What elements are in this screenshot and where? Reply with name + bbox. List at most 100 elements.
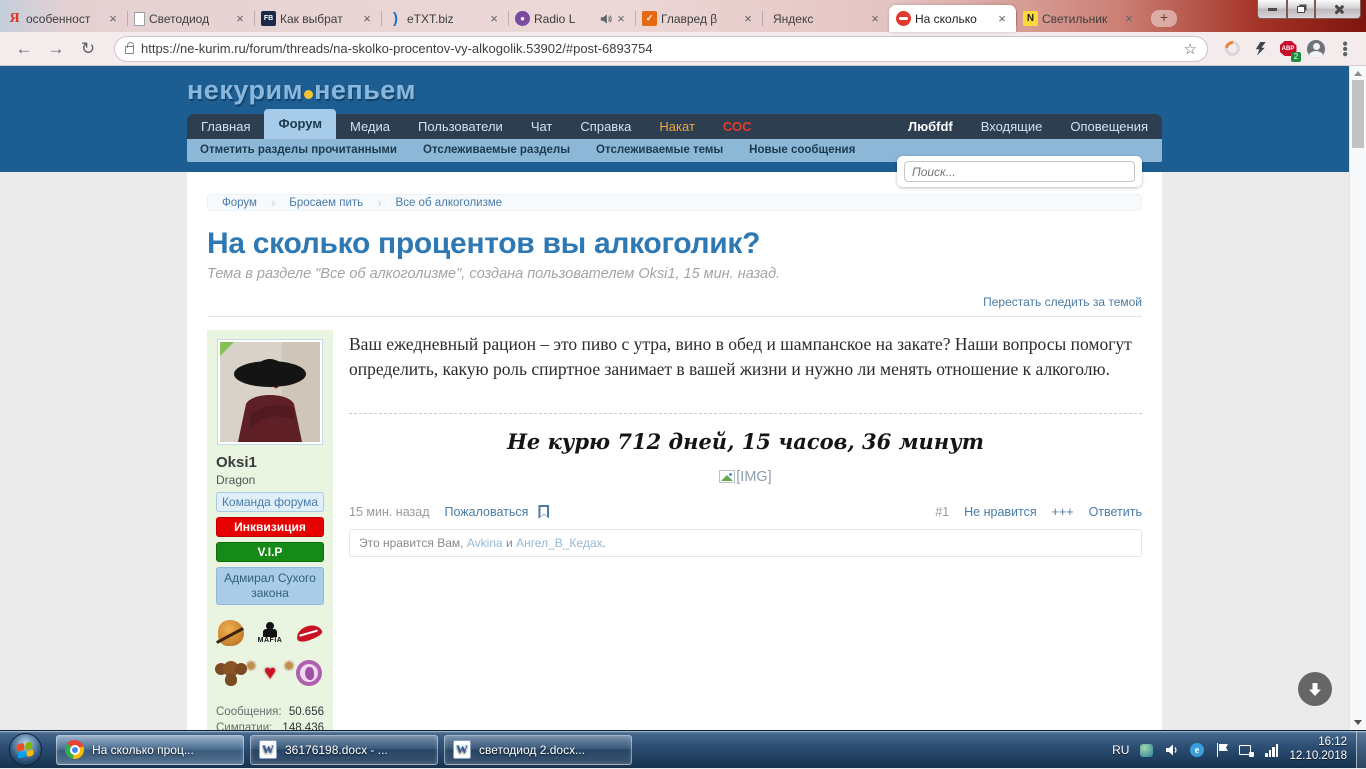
scroll-to-bottom-button[interactable] <box>1298 672 1332 706</box>
profile-button[interactable] <box>1304 37 1328 61</box>
author-name[interactable]: Oksi1 <box>216 454 324 471</box>
volume-icon[interactable] <box>1164 742 1179 757</box>
tab-close-icon[interactable]: × <box>233 12 247 26</box>
subnav-watched-threads[interactable]: Отслеживаемые темы <box>583 139 736 162</box>
tab-close-icon[interactable]: × <box>868 12 882 26</box>
tab-title: Radio L <box>534 11 576 26</box>
breadcrumb-vse-ob-alkogolizme[interactable]: Все об алкоголизме <box>396 197 503 209</box>
word-icon: W <box>453 740 471 759</box>
tab-close-icon[interactable]: × <box>995 12 1009 26</box>
tab-yandex-search[interactable]: Я особенност × <box>0 5 127 32</box>
likes-user-avkina[interactable]: Avkina <box>467 536 503 550</box>
action-center-flag-icon[interactable] <box>1214 742 1229 757</box>
post-number[interactable]: #1 <box>935 505 949 519</box>
url-text[interactable]: https://ne-kurim.ru/forum/threads/na-sko… <box>141 41 1177 56</box>
stat-value[interactable]: 50.656 <box>289 706 324 718</box>
site-logo[interactable]: некурим непьем <box>187 66 1162 106</box>
taskbar-word-button-2[interactable]: W светодиод 2.docx... <box>444 734 632 765</box>
nav-inbox[interactable]: Входящие <box>967 114 1057 139</box>
broken-image-icon <box>719 469 736 483</box>
likes-prefix: Это нравится Вам, <box>359 535 464 550</box>
nav-glavnaya[interactable]: Главная <box>187 114 264 139</box>
lock-icon[interactable] <box>125 42 134 54</box>
scrollbar-down-icon[interactable] <box>1354 720 1362 725</box>
subnav-mark-read[interactable]: Отметить разделы прочитанными <box>187 139 410 162</box>
browser-scrollbar[interactable] <box>1349 66 1366 730</box>
tab-close-icon[interactable]: × <box>614 12 628 26</box>
tab-close-icon[interactable]: × <box>106 12 120 26</box>
tab-radio[interactable]: ● Radio L × <box>508 5 635 32</box>
user-menu: Любfdf Входящие Оповещения <box>894 114 1162 139</box>
tab-close-icon[interactable]: × <box>741 12 755 26</box>
forward-button[interactable]: → <box>42 35 70 63</box>
network-icon[interactable] <box>1239 742 1255 757</box>
show-desktop-button[interactable] <box>1356 730 1366 769</box>
tab-glavred[interactable]: ✓ Главред β × <box>635 5 762 32</box>
bookmark-icon[interactable] <box>538 505 549 519</box>
minimize-button[interactable] <box>1257 0 1287 19</box>
witch-trophy-icon <box>215 617 247 649</box>
chrome-icon <box>65 740 84 759</box>
tray-app-icon[interactable] <box>1139 742 1154 757</box>
breadcrumb-forum[interactable]: Форум <box>222 197 257 209</box>
post-timestamp[interactable]: 15 мин. назад <box>349 505 430 519</box>
unwatch-thread-link[interactable]: Перестать следить за темой <box>207 295 1142 317</box>
restore-button[interactable] <box>1287 0 1315 19</box>
tab-audio-icon[interactable] <box>600 13 612 25</box>
breadcrumb-separator-icon: › <box>270 195 276 210</box>
back-button[interactable]: ← <box>10 35 38 63</box>
start-button[interactable] <box>0 733 50 766</box>
extension-lightning-icon[interactable] <box>1248 37 1272 61</box>
author-title: Dragon <box>216 473 256 487</box>
dislike-link[interactable]: Не нравится <box>964 505 1037 519</box>
nav-sos[interactable]: СОС <box>709 114 766 139</box>
tab-svetodiod[interactable]: Светодиод × <box>127 5 254 32</box>
scrollbar-up-icon[interactable] <box>1354 71 1362 76</box>
bookmark-star-icon[interactable]: ☆ <box>1184 40 1197 58</box>
etxt-favicon: ) <box>393 10 398 27</box>
tab-yandex[interactable]: Яндекс × <box>762 5 889 32</box>
extension-adblock-icon[interactable]: ABP 2 <box>1276 37 1301 62</box>
taskbar-word-button-1[interactable]: W 36176198.docx - ... <box>250 734 438 765</box>
tray-clock[interactable]: 16:12 12.10.2018 <box>1289 736 1347 763</box>
taskbar-chrome-button[interactable]: На сколько проц... <box>56 734 244 765</box>
tab-etxt[interactable]: ) eTXT.biz × <box>381 5 508 32</box>
subnav-new-posts[interactable]: Новые сообщения <box>736 139 868 162</box>
extension-rds-icon[interactable] <box>1220 37 1244 61</box>
avatar[interactable] <box>217 339 323 445</box>
nav-polzovateli[interactable]: Пользователи <box>404 114 517 139</box>
nav-nakat[interactable]: Накат <box>645 114 709 139</box>
nav-forum-selected[interactable]: Форум <box>264 109 336 139</box>
nav-username[interactable]: Любfdf <box>894 114 967 139</box>
stat-value: 148.436 <box>282 722 324 730</box>
nav-alerts[interactable]: Оповещения <box>1056 114 1162 139</box>
post-message-column: Ваш ежедневный рацион – это пиво с утра,… <box>349 330 1142 730</box>
signal-bars-icon[interactable] <box>1264 742 1279 757</box>
nav-media[interactable]: Медиа <box>336 114 404 139</box>
likes-user-angel[interactable]: Ангел_В_Кедах <box>516 536 602 550</box>
reply-link[interactable]: Ответить <box>1089 505 1142 519</box>
plus-link[interactable]: +++ <box>1052 505 1074 519</box>
tab-na-skolko-active[interactable]: На сколько × <box>889 5 1016 32</box>
report-link[interactable]: Пожаловаться <box>445 505 529 519</box>
close-button[interactable] <box>1315 0 1361 19</box>
new-tab-button[interactable]: + <box>1151 10 1177 27</box>
address-bar[interactable]: https://ne-kurim.ru/forum/threads/na-sko… <box>114 35 1208 62</box>
breadcrumb-brosaem-pit[interactable]: Бросаем пить <box>289 197 363 209</box>
tab-close-icon[interactable]: × <box>360 12 374 26</box>
tab-close-icon[interactable]: × <box>1122 12 1136 26</box>
tab-svetilnik[interactable]: N Светильник × <box>1016 5 1143 32</box>
browser-menu-button[interactable]: ••• <box>1332 37 1356 61</box>
tab-close-icon[interactable]: × <box>487 12 501 26</box>
tab-kak-vybrat[interactable]: FB Как выбрат × <box>254 5 381 32</box>
reload-button[interactable]: ↻ <box>74 35 102 63</box>
language-indicator[interactable]: RU <box>1112 743 1129 757</box>
nav-chat[interactable]: Чат <box>517 114 567 139</box>
subnav-watched-forums[interactable]: Отслеживаемые разделы <box>410 139 583 162</box>
likes-and: и <box>506 535 513 550</box>
search-input[interactable] <box>904 161 1135 182</box>
scrollbar-thumb[interactable] <box>1352 80 1364 148</box>
tray-e-icon[interactable]: e <box>1189 742 1204 757</box>
nav-spravka[interactable]: Справка <box>566 114 645 139</box>
stat-label: Сообщения: <box>216 706 282 718</box>
